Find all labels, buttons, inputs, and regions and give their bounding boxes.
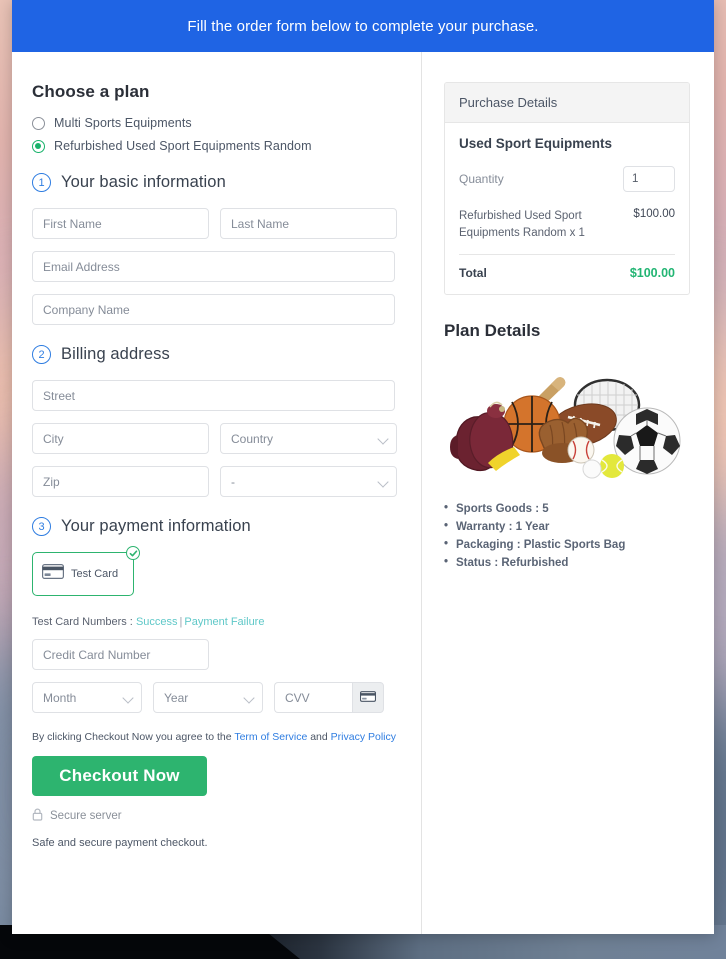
step-title: Your basic information <box>61 173 226 191</box>
first-name-input[interactable] <box>32 208 209 239</box>
country-select[interactable]: Country <box>220 423 397 454</box>
banner-text: Fill the order form below to complete yo… <box>187 17 539 35</box>
company-name-input[interactable] <box>32 294 395 325</box>
step-number-badge: 3 <box>32 517 51 536</box>
plan-option-refurbished[interactable]: Refurbished Used Sport Equipments Random <box>32 139 401 153</box>
terms-and: and <box>310 731 328 743</box>
payment-method-test-card[interactable]: Test Card <box>32 546 140 596</box>
payment-footnote: Safe and secure payment checkout. <box>32 837 208 849</box>
quantity-label: Quantity <box>459 172 504 186</box>
zip-state-row: - <box>32 466 401 497</box>
total-label: Total <box>459 266 487 281</box>
step-3-header: 3 Your payment information <box>32 517 401 536</box>
credit-card-number-row <box>32 639 401 670</box>
lock-icon <box>32 808 43 824</box>
radio-icon-selected[interactable] <box>32 139 45 153</box>
cvv-group <box>274 682 384 713</box>
step-1-header: 1 Your basic information <box>32 173 401 192</box>
plan-details-heading: Plan Details <box>444 321 541 341</box>
checkout-page-card: Fill the order form below to complete yo… <box>12 0 714 934</box>
choose-plan-heading: Choose a plan <box>32 82 150 101</box>
check-circle-icon <box>126 546 140 560</box>
card-back-icon <box>360 689 376 707</box>
expiry-year-select[interactable]: Year <box>153 682 263 713</box>
link-separator: | <box>179 616 183 628</box>
purchase-summary-column: Purchase Details Used Sport Equipments Q… <box>422 52 714 934</box>
product-name: Used Sport Equipments <box>459 136 613 151</box>
secure-server-label: Secure server <box>50 810 122 822</box>
total-amount: $100.00 <box>629 266 675 281</box>
page-banner: Fill the order form below to complete yo… <box>12 0 714 52</box>
radio-icon-unselected[interactable] <box>32 116 45 130</box>
credit-card-number-input[interactable] <box>32 639 209 670</box>
step-number-badge: 2 <box>32 345 51 364</box>
cvv-help-button[interactable] <box>352 682 384 713</box>
list-item: Packaging : Plastic Sports Bag <box>444 538 690 551</box>
plan-option-label: Refurbished Used Sport Equipments Random <box>54 139 312 153</box>
purchase-details-card: Purchase Details Used Sport Equipments Q… <box>444 82 690 296</box>
cvv-input[interactable] <box>274 682 352 713</box>
sports-equipment-image <box>444 363 690 483</box>
test-card-numbers-row: Test Card Numbers : Success | Payment Fail… <box>32 616 401 628</box>
email-input[interactable] <box>32 251 395 282</box>
email-field-row <box>32 251 401 282</box>
step-number-badge: 1 <box>32 173 51 192</box>
city-country-row: Country <box>32 423 401 454</box>
success-test-card-link[interactable]: Success <box>136 616 178 628</box>
line-item-amount: $100.00 <box>633 208 675 220</box>
credit-card-icon <box>42 564 64 584</box>
total-row: Total $100.00 <box>459 266 675 280</box>
purchase-details-body: Used Sport Equipments Quantity Refurbish… <box>445 123 689 294</box>
terms-agreement-text: By clicking Checkout Now you agree to th… <box>32 731 401 743</box>
expiry-cvv-row: Month Year <box>32 682 401 713</box>
last-name-input[interactable] <box>220 208 397 239</box>
order-form-column: Choose a plan Multi Sports Equipments Re… <box>12 52 421 934</box>
street-input[interactable] <box>32 380 395 411</box>
zip-input[interactable] <box>32 466 209 497</box>
step-2-header: 2 Billing address <box>32 345 401 364</box>
checkout-content: Choose a plan Multi Sports Equipments Re… <box>12 52 714 934</box>
expiry-month-select[interactable]: Month <box>32 682 142 713</box>
line-item-row: Refurbished Used Sport Equipments Random… <box>459 208 675 256</box>
payment-method-label: Test Card <box>71 568 119 580</box>
country-select-value: Country <box>220 423 397 454</box>
name-field-row <box>32 208 401 239</box>
quantity-row: Quantity <box>459 166 675 192</box>
state-select-value: - <box>220 466 397 497</box>
step-title: Billing address <box>61 345 170 363</box>
secure-server-row: Secure server <box>32 808 401 824</box>
list-item: Status : Refurbished <box>444 556 690 569</box>
company-field-row <box>32 294 401 325</box>
purchase-details-header: Purchase Details <box>445 83 689 123</box>
expiry-year-value: Year <box>153 682 263 713</box>
checkout-now-button[interactable]: Checkout Now <box>32 756 207 796</box>
term-of-service-link[interactable]: Term of Service <box>234 731 307 743</box>
city-input[interactable] <box>32 423 209 454</box>
state-select[interactable]: - <box>220 466 397 497</box>
street-field-row <box>32 380 401 411</box>
plan-option-label: Multi Sports Equipments <box>54 116 192 130</box>
list-item: Warranty : 1 Year <box>444 520 690 533</box>
privacy-policy-link[interactable]: Privacy Policy <box>331 731 396 743</box>
step-title: Your payment information <box>61 517 251 535</box>
line-item-description: Refurbished Used Sport Equipments Random… <box>459 210 585 239</box>
payment-failure-test-card-link[interactable]: Payment Failure <box>184 616 264 628</box>
plan-option-multi-sports[interactable]: Multi Sports Equipments <box>32 116 401 130</box>
plan-feature-list: Sports Goods : 5 Warranty : 1 Year Packa… <box>444 502 690 569</box>
quantity-input[interactable] <box>623 166 675 192</box>
test-card-numbers-label: Test Card Numbers : <box>32 616 133 628</box>
expiry-month-value: Month <box>32 682 142 713</box>
terms-prefix: By clicking Checkout Now you agree to th… <box>32 731 232 743</box>
list-item: Sports Goods : 5 <box>444 502 690 515</box>
